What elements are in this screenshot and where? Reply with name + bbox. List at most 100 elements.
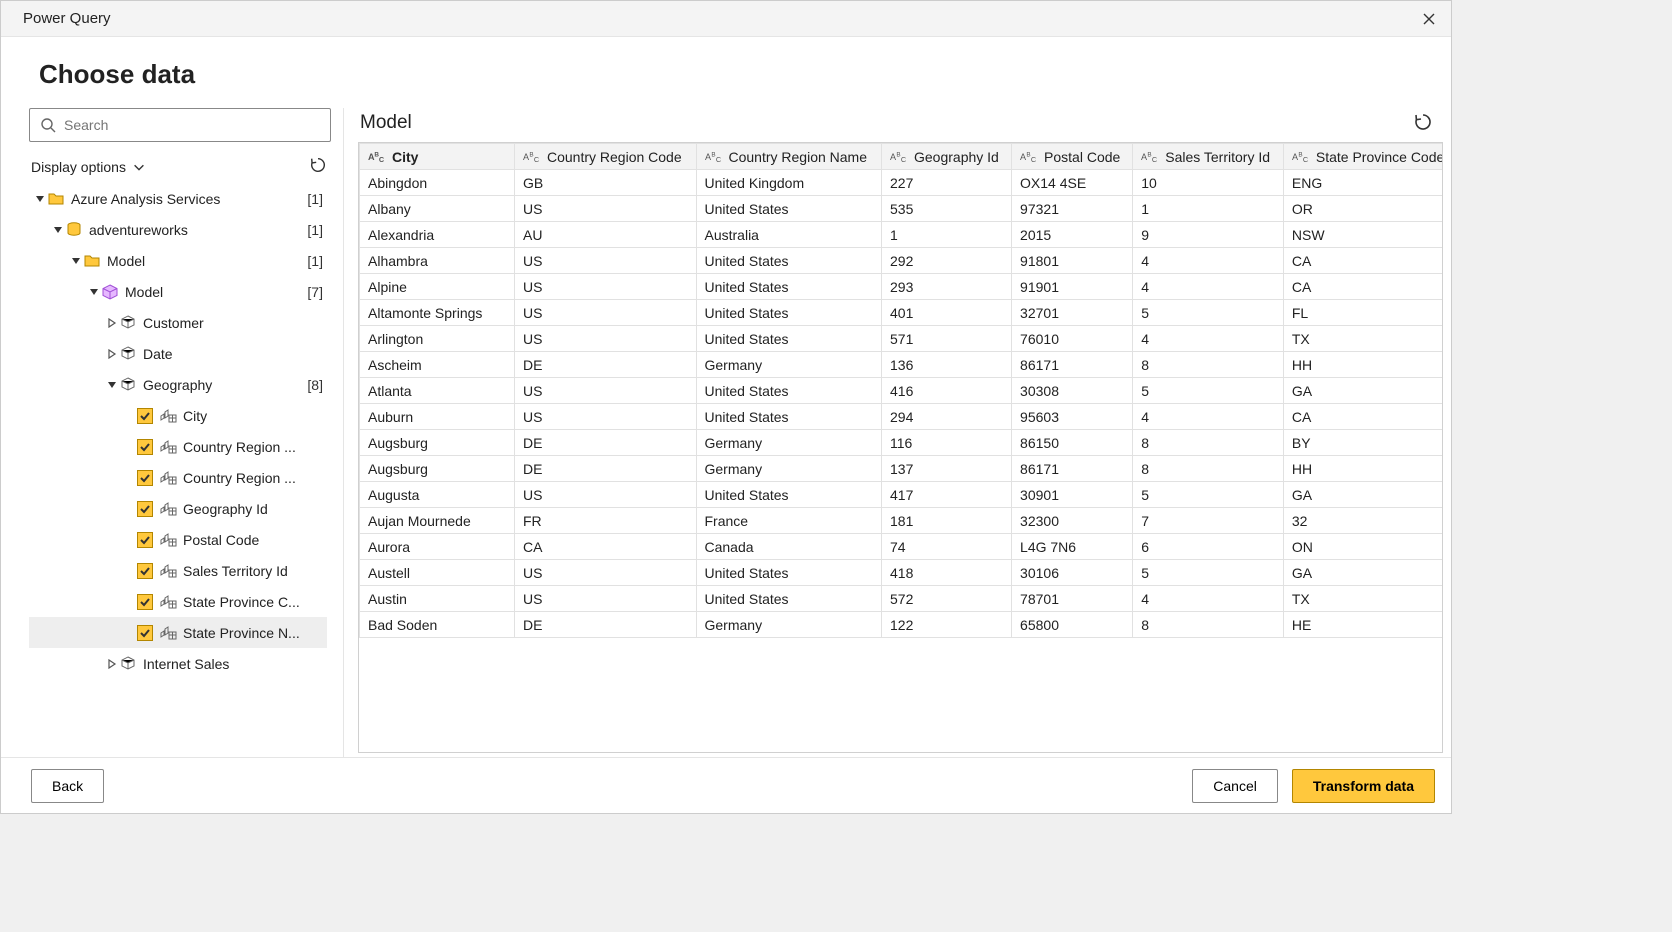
table-cell: Bad Soden xyxy=(360,612,515,638)
table-cell: 137 xyxy=(882,456,1012,482)
tree-node[interactable]: adventureworks[1] xyxy=(29,214,327,245)
table-row[interactable]: AlexandriaAUAustralia120159NSW xyxy=(360,222,1444,248)
tree-node[interactable]: Country Region ... xyxy=(29,431,327,462)
navigator-tree[interactable]: Azure Analysis Services[1]adventureworks… xyxy=(29,183,331,757)
search-box[interactable] xyxy=(29,108,331,142)
tree-node[interactable]: Internet Sales xyxy=(29,648,327,679)
tree-node[interactable]: City xyxy=(29,400,327,431)
table-row[interactable]: AlhambraUSUnited States292918014CA xyxy=(360,248,1444,274)
table-row[interactable]: AtlantaUSUnited States416303085GA xyxy=(360,378,1444,404)
column-icon xyxy=(159,531,177,549)
table-row[interactable]: Altamonte SpringsUSUnited States40132701… xyxy=(360,300,1444,326)
tree-node-count: [1] xyxy=(301,222,323,238)
tree-node[interactable]: Postal Code xyxy=(29,524,327,555)
tree-node-label: Internet Sales xyxy=(143,656,323,672)
expand-toggle[interactable] xyxy=(105,349,119,359)
expand-toggle[interactable] xyxy=(105,380,119,390)
text-type-icon xyxy=(1292,150,1312,163)
checkbox[interactable] xyxy=(137,625,153,641)
column-header[interactable]: City xyxy=(360,144,515,170)
tree-node-label: Date xyxy=(143,346,323,362)
checkbox[interactable] xyxy=(137,594,153,610)
triangle-down-icon xyxy=(89,287,99,297)
tree-node[interactable]: Date xyxy=(29,338,327,369)
tree-node-count: [7] xyxy=(301,284,323,300)
table-row[interactable]: AugsburgDEGermany116861508BY xyxy=(360,430,1444,456)
back-button[interactable]: Back xyxy=(31,769,104,803)
table-cell: US xyxy=(515,378,697,404)
refresh-tree-button[interactable] xyxy=(309,156,327,177)
table-row[interactable]: AbingdonGBUnited Kingdom227OX14 4SE10ENG xyxy=(360,170,1444,196)
tree-node[interactable]: Geography[8] xyxy=(29,369,327,400)
table-cell: US xyxy=(515,586,697,612)
tree-node[interactable]: State Province N... xyxy=(29,617,327,648)
folder-yellow-icon xyxy=(47,190,65,208)
table-row[interactable]: AugustaUSUnited States417309015GA xyxy=(360,482,1444,508)
table-cell: 30901 xyxy=(1012,482,1133,508)
column-header[interactable]: Geography Id xyxy=(882,144,1012,170)
close-button[interactable] xyxy=(1421,11,1437,27)
checkbox[interactable] xyxy=(137,532,153,548)
column-header[interactable]: Country Region Name xyxy=(696,144,882,170)
table-cell: Altamonte Springs xyxy=(360,300,515,326)
expand-toggle[interactable] xyxy=(33,194,47,204)
column-icon xyxy=(159,438,177,456)
table-cell: Augsburg xyxy=(360,456,515,482)
expand-toggle[interactable] xyxy=(87,287,101,297)
table-cell: 293 xyxy=(882,274,1012,300)
check-icon xyxy=(139,596,151,608)
expand-toggle[interactable] xyxy=(51,225,65,235)
column-header[interactable]: Sales Territory Id xyxy=(1133,144,1284,170)
table-row[interactable]: AustinUSUnited States572787014TX xyxy=(360,586,1444,612)
checkbox[interactable] xyxy=(137,563,153,579)
tree-node[interactable]: Model[7] xyxy=(29,276,327,307)
tree-node[interactable]: State Province C... xyxy=(29,586,327,617)
table-cell: 294 xyxy=(882,404,1012,430)
table-cell: 116 xyxy=(882,430,1012,456)
column-header[interactable]: Country Region Code xyxy=(515,144,697,170)
cancel-button[interactable]: Cancel xyxy=(1192,769,1278,803)
table-row[interactable]: ArlingtonUSUnited States571760104TX xyxy=(360,326,1444,352)
tree-node[interactable]: Azure Analysis Services[1] xyxy=(29,183,327,214)
table-cell: Alexandria xyxy=(360,222,515,248)
table-row[interactable]: AugsburgDEGermany137861718HH xyxy=(360,456,1444,482)
table-row[interactable]: AlpineUSUnited States293919014CA xyxy=(360,274,1444,300)
search-input[interactable] xyxy=(64,117,320,133)
table-row[interactable]: AustellUSUnited States418301065GA xyxy=(360,560,1444,586)
table-row[interactable]: AlbanyUSUnited States535973211OR xyxy=(360,196,1444,222)
expand-toggle[interactable] xyxy=(69,256,83,266)
table-row[interactable]: Bad SodenDEGermany122658008HE xyxy=(360,612,1444,638)
column-header[interactable]: State Province Code xyxy=(1283,144,1443,170)
checkbox[interactable] xyxy=(137,470,153,486)
table-cell: TX xyxy=(1283,326,1443,352)
tree-node[interactable]: Model[1] xyxy=(29,245,327,276)
tree-node[interactable]: Sales Territory Id xyxy=(29,555,327,586)
refresh-preview-button[interactable] xyxy=(1413,112,1433,135)
table-cell: Australia xyxy=(696,222,882,248)
transform-data-button[interactable]: Transform data xyxy=(1292,769,1435,803)
table-cell: 7 xyxy=(1133,508,1284,534)
display-options-button[interactable]: Display options xyxy=(31,159,146,175)
table-row[interactable]: AuburnUSUnited States294956034CA xyxy=(360,404,1444,430)
tree-node[interactable]: Country Region ... xyxy=(29,462,327,493)
checkbox[interactable] xyxy=(137,439,153,455)
preview-title: Model xyxy=(360,112,412,134)
expand-toggle[interactable] xyxy=(105,659,119,669)
expand-toggle[interactable] xyxy=(105,318,119,328)
table-cell: US xyxy=(515,326,697,352)
column-header[interactable]: Postal Code xyxy=(1012,144,1133,170)
tree-node-label: Geography Id xyxy=(183,501,323,517)
tree-node[interactable]: Geography Id xyxy=(29,493,327,524)
table-row[interactable]: AscheimDEGermany136861718HH xyxy=(360,352,1444,378)
column-header-label: Postal Code xyxy=(1044,149,1120,165)
page-title: Choose data xyxy=(1,37,1451,108)
tree-node[interactable]: Customer xyxy=(29,307,327,338)
table-cell: United States xyxy=(696,326,882,352)
data-grid[interactable]: CityCountry Region CodeCountry Region Na… xyxy=(358,142,1443,753)
table-row[interactable]: Aujan MournedeFRFrance18132300732 xyxy=(360,508,1444,534)
checkbox[interactable] xyxy=(137,501,153,517)
table-row[interactable]: AuroraCACanada74L4G 7N66ON xyxy=(360,534,1444,560)
checkbox[interactable] xyxy=(137,408,153,424)
table-cell: 91901 xyxy=(1012,274,1133,300)
table-icon xyxy=(119,655,137,673)
